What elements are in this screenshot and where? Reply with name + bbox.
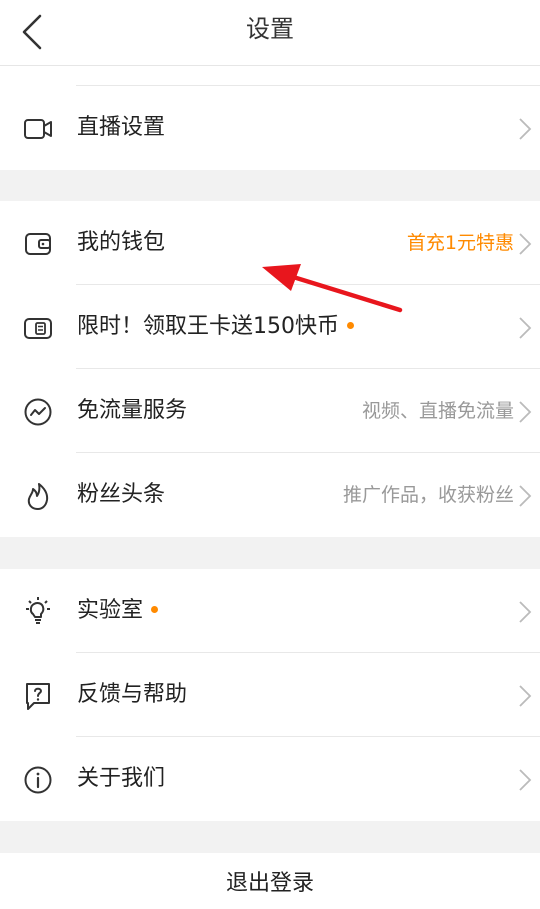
settings-item-label: 免流量服务 <box>77 398 188 423</box>
promo-text: 首充1元特惠 <box>406 232 514 254</box>
chevron-right-icon <box>519 233 532 255</box>
settings-item-label: 限时！领取王卡送150快币 <box>77 285 354 369</box>
settings-item-label: 关于我们 <box>77 766 166 791</box>
settings-item-wallet[interactable]: 我的钱包 首充1元特惠 <box>0 201 540 285</box>
settings-group-live: 直播设置 <box>0 86 540 170</box>
settings-item-label: 粉丝头条 <box>77 482 166 507</box>
chevron-right-icon <box>519 601 532 623</box>
settings-item-label: 反馈与帮助 <box>77 682 188 707</box>
settings-item-label: 我的钱包 <box>77 230 166 255</box>
page-title: 设置 <box>246 15 294 43</box>
lightbulb-icon <box>26 597 50 624</box>
chevron-right-icon <box>519 769 532 791</box>
settings-item-label: 直播设置 <box>77 115 166 140</box>
info-icon <box>24 766 52 794</box>
chevron-right-icon <box>519 401 532 423</box>
settings-item-feedback-help[interactable]: 反馈与帮助 <box>0 653 540 737</box>
settings-group-other: 实验室 反馈与帮助 关于我们 <box>0 569 540 821</box>
settings-item-about-us[interactable]: 关于我们 <box>0 737 540 821</box>
help-bubble-icon <box>26 683 50 710</box>
navigation-bar: 设置 <box>0 0 540 66</box>
wallet-icon <box>25 233 51 255</box>
new-badge-dot <box>151 605 159 613</box>
chevron-right-icon <box>519 685 532 707</box>
logout-button[interactable]: 退出登录 <box>0 853 540 909</box>
item-description: 推广作品，收获粉丝 <box>342 484 514 506</box>
flame-icon <box>27 483 49 510</box>
settings-item-king-card[interactable]: 限时！领取王卡送150快币 <box>0 285 540 369</box>
settings-item-fans-headline[interactable]: 粉丝头条 推广作品，收获粉丝 <box>0 453 540 537</box>
settings-group-wallet: 我的钱包 首充1元特惠 限时！领取王卡送150快币 免流量服务 视频、直播免流量… <box>0 201 540 537</box>
chevron-right-icon <box>519 317 532 339</box>
data-wave-icon <box>24 398 52 426</box>
chevron-right-icon <box>519 485 532 507</box>
settings-item-lab[interactable]: 实验室 <box>0 569 540 653</box>
settings-item-live-settings[interactable]: 直播设置 <box>0 86 540 170</box>
settings-item-free-data[interactable]: 免流量服务 视频、直播免流量 <box>0 369 540 453</box>
video-camera-icon <box>24 119 52 139</box>
list-top-strip <box>0 66 540 86</box>
item-description: 视频、直播免流量 <box>361 400 514 422</box>
settings-item-label: 实验室 <box>77 569 159 653</box>
new-badge-dot <box>347 321 354 329</box>
card-icon <box>24 318 52 339</box>
chevron-right-icon <box>519 118 532 140</box>
